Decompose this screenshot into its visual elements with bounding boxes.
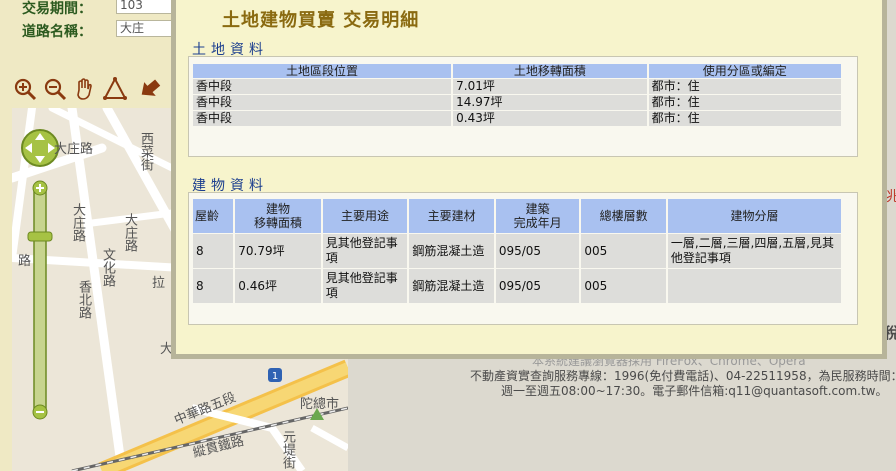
column-header: 建築 完成年月	[495, 199, 580, 233]
table-cell: 香中段	[193, 95, 452, 110]
map-label: 大庄路	[54, 142, 94, 157]
table-cell: 005	[581, 234, 666, 268]
column-header: 使用分區或編定	[648, 64, 841, 78]
table-cell: 095/05	[495, 269, 580, 303]
column-header: 土地移轉面積	[453, 64, 647, 78]
map-toolbar	[10, 76, 180, 106]
map-label: 路	[18, 254, 32, 269]
map-label: 拉	[152, 276, 166, 291]
transaction-detail-dialog: 土地建物買賣 交易明細 土地資料 土地區段位置 土地移轉面積 使用分區或編定 香…	[176, 0, 882, 354]
column-header: 總樓層數	[581, 199, 666, 233]
table-cell: 見其他登記事項	[322, 234, 408, 268]
edge-text: 稅	[884, 324, 896, 342]
table-cell: 095/05	[495, 234, 580, 268]
map-label: 元堤街	[280, 430, 295, 469]
map-label: 西菜街	[138, 132, 153, 171]
column-header: 屋齡	[193, 199, 234, 233]
table-cell: 都市：住	[648, 111, 841, 126]
column-header: 主要用途	[322, 199, 408, 233]
table-cell: 香中段	[193, 79, 452, 94]
zoom-out-icon[interactable]	[42, 76, 70, 104]
period-field-row: 交易期間： 103	[0, 0, 180, 18]
route-badge: 1	[272, 371, 278, 382]
map-label: 陀總市	[300, 397, 340, 412]
road-name-label: 道路名稱：	[22, 24, 92, 40]
land-table: 土地區段位置 土地移轉面積 使用分區或編定 香中段 7.01坪 都市：住 香中段…	[191, 63, 843, 127]
map-label: 大庄路	[70, 203, 85, 242]
map-label: 大	[160, 342, 174, 357]
column-header: 建物分層	[667, 199, 841, 233]
building-table: 屋齡 建物 移轉面積 主要用途 主要建材 建築 完成年月 總樓層數 建物分層 8…	[191, 198, 843, 304]
table-cell: 都市：住	[648, 79, 841, 94]
table-row: 香中段 0.43坪 都市：住	[193, 111, 841, 126]
table-row: 香中段 7.01坪 都市：住	[193, 79, 841, 94]
table-cell: 7.01坪	[453, 79, 647, 94]
column-header: 土地區段位置	[193, 64, 452, 78]
table-cell: 香中段	[193, 111, 452, 126]
table-cell: 8	[193, 269, 234, 303]
land-data-box: 土地區段位置 土地移轉面積 使用分區或編定 香中段 7.01坪 都市：住 香中段…	[188, 56, 858, 157]
table-cell: 005	[581, 269, 666, 303]
table-cell: 鋼筋混凝土造	[409, 269, 494, 303]
column-header: 建物 移轉面積	[235, 199, 321, 233]
table-cell: 70.79坪	[235, 234, 321, 268]
arrow-icon[interactable]	[136, 76, 164, 104]
table-cell: 0.46坪	[235, 269, 321, 303]
edge-text: 兆	[886, 189, 896, 205]
zoom-in-icon[interactable]	[12, 76, 40, 104]
building-table-header: 屋齡 建物 移轉面積 主要用途 主要建材 建築 完成年月 總樓層數 建物分層	[193, 199, 841, 233]
map-label: 文化路	[100, 248, 115, 287]
table-cell: 鋼筋混凝土造	[409, 234, 494, 268]
table-row: 8 0.46坪 見其他登記事項 鋼筋混凝土造 095/05 005	[193, 269, 841, 303]
road-field-row: 道路名稱： 大庄	[0, 19, 180, 41]
column-header: 主要建材	[409, 199, 494, 233]
service-hours-text: 週一至週五08:00~17:30。電子郵件信箱:q11@quantasoft.c…	[501, 384, 888, 398]
period-input[interactable]: 103	[116, 0, 178, 14]
period-label: 交易期間：	[22, 1, 92, 17]
polygon-icon[interactable]	[102, 76, 130, 104]
land-table-header: 土地區段位置 土地移轉面積 使用分區或編定	[193, 64, 841, 78]
dialog-title: 土地建物買賣 交易明細	[222, 10, 420, 31]
table-row: 8 70.79坪 見其他登記事項 鋼筋混凝土造 095/05 005 一層,二層…	[193, 234, 841, 268]
table-cell: 都市：住	[648, 95, 841, 110]
building-data-box: 屋齡 建物 移轉面積 主要用途 主要建材 建築 完成年月 總樓層數 建物分層 8…	[188, 192, 858, 325]
map-label: 大庄路	[122, 213, 137, 252]
table-cell: 見其他登記事項	[322, 269, 408, 303]
table-cell: 一層,二層,三層,四層,五層,見其他登記事項	[667, 234, 841, 268]
table-cell: 0.43坪	[453, 111, 647, 126]
table-row: 香中段 14.97坪 都市：住	[193, 95, 841, 110]
road-name-input[interactable]: 大庄	[116, 20, 178, 37]
hand-icon[interactable]	[72, 76, 100, 104]
table-cell: 8	[193, 234, 234, 268]
map-label: 香北路	[76, 280, 91, 319]
table-cell: 14.97坪	[453, 95, 647, 110]
table-cell	[667, 269, 841, 303]
